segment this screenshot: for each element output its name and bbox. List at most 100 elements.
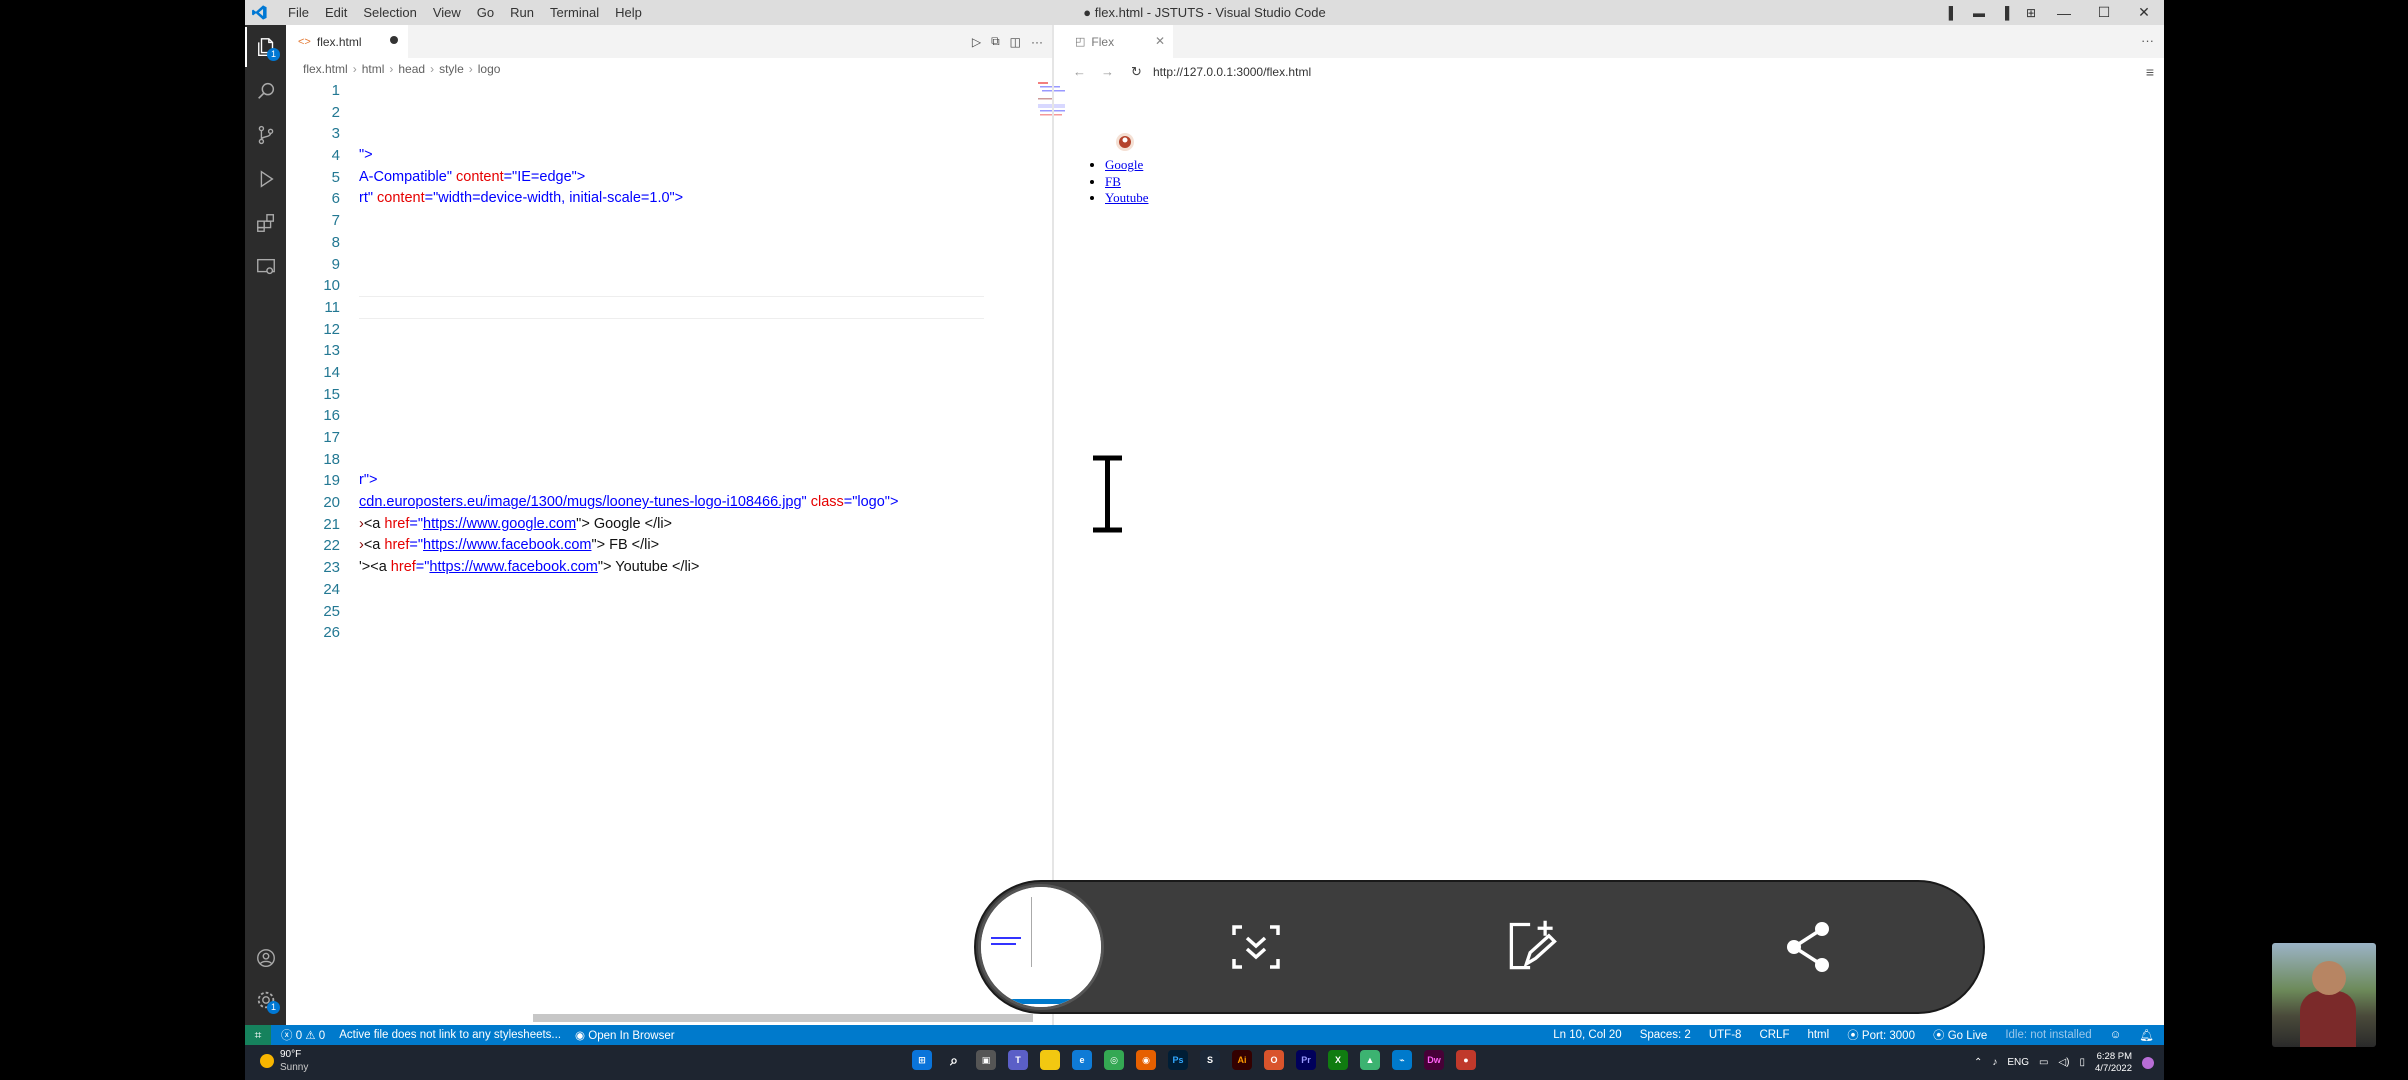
line-ending[interactable]: CRLF (1759, 1029, 1789, 1041)
chrome-icon[interactable]: ◎ (1104, 1050, 1124, 1070)
tab-flex-html[interactable]: <> flex.html (286, 25, 408, 58)
breadcrumb-item[interactable]: style (439, 58, 464, 80)
hamburger-menu-icon[interactable]: ≡ (2146, 64, 2154, 80)
recorder-icon[interactable]: ● (1456, 1050, 1476, 1070)
screenshot-thumbnail[interactable] (978, 884, 1104, 1010)
weather-widget[interactable]: 90°F Sunny (260, 1048, 308, 1074)
system-tray: ⌃ ♪ ENG ▭ ◁) ▯ 6:28 PM 4/7/2022 (1974, 1045, 2154, 1080)
close-tab-icon[interactable]: ✕ (1155, 34, 1165, 48)
task-view-icon[interactable]: ▣ (976, 1050, 996, 1070)
premiere-icon[interactable]: Pr (1296, 1050, 1316, 1070)
search-icon[interactable] (245, 71, 286, 111)
remote-explorer-icon[interactable] (245, 247, 286, 287)
menu-file[interactable]: File (280, 0, 317, 25)
run-debug-icon[interactable] (245, 159, 286, 199)
breadcrumb-item[interactable]: html (362, 58, 385, 80)
office-icon[interactable]: O (1264, 1050, 1284, 1070)
open-in-browser-button[interactable]: ◉ Open In Browser (575, 1028, 675, 1042)
weather-condition: Sunny (280, 1062, 309, 1073)
breadcrumb-item[interactable]: head (398, 58, 425, 80)
encoding[interactable]: UTF-8 (1709, 1029, 1742, 1041)
file-explorer-icon[interactable] (1040, 1050, 1060, 1070)
source-control-icon[interactable] (245, 115, 286, 155)
dreamweaver-icon[interactable]: Dw (1424, 1050, 1444, 1070)
code-editor[interactable]: 1 2 3 4 5 6 7 8 9 10 11 12 13 14 15 16 17 18 19 20 21 22 23 24 2… (286, 80, 986, 1000)
steam-icon[interactable]: S (1200, 1050, 1220, 1070)
back-arrow-icon[interactable]: ← (1073, 64, 1086, 79)
menu-edit[interactable]: Edit (317, 0, 355, 25)
language-indicator[interactable]: ENG (2007, 1057, 2029, 1068)
editor-splitter[interactable] (1052, 25, 1054, 1025)
feedback-icon[interactable]: ☺ (2110, 1029, 2122, 1041)
manage-gear-icon[interactable]: 1 (245, 980, 286, 1020)
network-icon[interactable]: ▭ (2039, 1057, 2048, 1068)
cursor-position[interactable]: Ln 10, Col 20 (1553, 1029, 1621, 1041)
explorer-icon[interactable]: 1 (245, 27, 286, 67)
menu-go[interactable]: Go (469, 0, 502, 25)
maximize-button[interactable]: ☐ (2084, 4, 2124, 21)
teams-icon[interactable]: T (1008, 1050, 1028, 1070)
menu-terminal[interactable]: Terminal (542, 0, 607, 25)
toggle-panel-icon[interactable]: ▬ (1966, 6, 1992, 20)
menu-help[interactable]: Help (607, 0, 650, 25)
notification-center-icon[interactable] (2142, 1056, 2154, 1069)
tab-flex-preview[interactable]: ◰ Flex ✕ (1065, 25, 1173, 58)
start-icon[interactable]: ⊞ (912, 1050, 932, 1070)
breadcrumb-item[interactable]: logo (478, 58, 501, 80)
menu-run[interactable]: Run (502, 0, 542, 25)
vscode-taskbar-icon[interactable]: ⌁ (1392, 1050, 1412, 1070)
menu-selection[interactable]: Selection (355, 0, 424, 25)
go-live-button[interactable]: ⦿ Go Live (1933, 1027, 1987, 1043)
xbox-icon[interactable]: X (1328, 1050, 1348, 1070)
youtube-link[interactable]: Youtube (1105, 190, 1148, 205)
notifications-bell-icon[interactable]: 🔔︎ (2139, 1028, 2154, 1042)
volume-icon[interactable]: ◁) (2058, 1057, 2069, 1068)
run-icon[interactable]: ▷ (972, 35, 981, 49)
split-editor-icon[interactable]: ◫ (1010, 35, 1021, 49)
line-number: 1 (331, 82, 340, 99)
scroll-capture-icon[interactable] (1226, 917, 1286, 977)
firefox-icon[interactable]: ◉ (1136, 1050, 1156, 1070)
reload-icon[interactable]: ↻ (1131, 64, 1142, 80)
open-preview-icon[interactable]: ⧉ (991, 34, 1000, 49)
code-line: cdn.europosters.eu/image/1300/mugs/loone… (359, 494, 899, 511)
live-server-port[interactable]: ⦿ Port: 3000 (1847, 1027, 1915, 1043)
maps-icon[interactable]: ▲ (1360, 1050, 1380, 1070)
fb-link[interactable]: FB (1105, 174, 1121, 189)
toggle-sidebar-icon[interactable]: ▌ (1940, 6, 1966, 20)
forward-arrow-icon[interactable]: → (1101, 64, 1114, 79)
illustrator-icon[interactable]: Ai (1232, 1050, 1252, 1070)
microphone-icon[interactable]: ♪ (1992, 1057, 1997, 1068)
menu-view[interactable]: View (425, 0, 469, 25)
accounts-icon[interactable] (245, 938, 286, 978)
chevron-up-icon[interactable]: ⌃ (1974, 1057, 1982, 1068)
photoshop-icon[interactable]: Ps (1168, 1050, 1188, 1070)
battery-icon[interactable]: ▯ (2080, 1057, 2086, 1068)
more-actions-icon[interactable]: ··· (1031, 35, 1043, 49)
clock[interactable]: 6:28 PM 4/7/2022 (2095, 1051, 2132, 1075)
close-window-button[interactable]: ✕ (2124, 4, 2164, 21)
extensions-icon[interactable] (245, 203, 286, 243)
horizontal-scrollbar[interactable] (533, 1014, 1033, 1022)
toggle-secondary-sidebar-icon[interactable]: ▐ (1992, 6, 2018, 20)
webcam-person-body (2300, 991, 2356, 1047)
more-actions-icon[interactable]: ··· (2141, 33, 2154, 48)
address-bar[interactable]: http://127.0.0.1:3000/flex.html (1153, 65, 1311, 79)
line-number: 7 (331, 212, 340, 230)
minimize-button[interactable]: — (2044, 5, 2084, 21)
indentation[interactable]: Spaces: 2 (1640, 1029, 1691, 1041)
share-icon[interactable] (1778, 917, 1838, 977)
problems-indicator[interactable]: ⓧ 0 ⚠ 0 (281, 1027, 325, 1043)
code-line: A-Compatible" content="IE=edge"> (359, 168, 586, 185)
unsaved-dot-icon[interactable] (390, 36, 398, 44)
customize-layout-icon[interactable]: ⊞ (2018, 6, 2044, 20)
remote-indicator-icon[interactable]: ⌗ (245, 1025, 271, 1045)
edge-icon[interactable]: e (1072, 1050, 1092, 1070)
language-mode[interactable]: html (1807, 1029, 1829, 1041)
search-icon[interactable]: ⌕ (944, 1050, 964, 1070)
edit-screenshot-icon[interactable] (1502, 917, 1562, 977)
google-link[interactable]: Google (1105, 157, 1143, 172)
breadcrumb-item[interactable]: flex.html (303, 58, 348, 80)
line-number: 17 (323, 429, 340, 446)
nav-link-list: Google FB Youtube (1105, 157, 1148, 207)
